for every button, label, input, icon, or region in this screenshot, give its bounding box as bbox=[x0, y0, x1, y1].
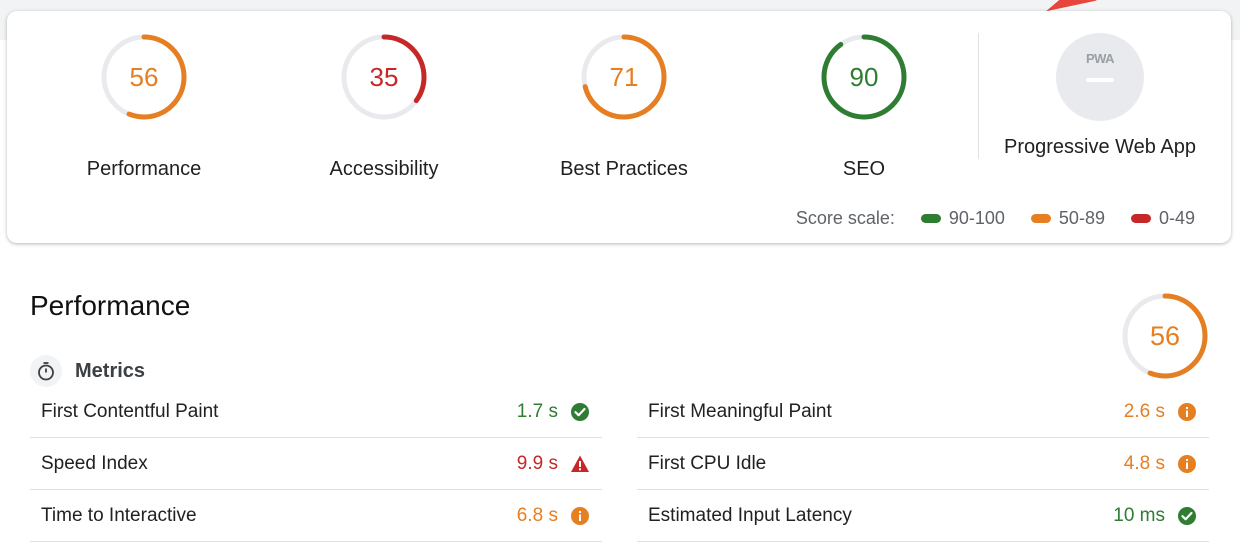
scale-pass: 90-100 bbox=[920, 208, 1005, 229]
gauge-accessibility[interactable]: 35 Accessibility bbox=[284, 33, 484, 180]
performance-section-title: Performance bbox=[30, 290, 191, 321]
gauge-score: 71 bbox=[610, 62, 639, 92]
metric-value: 9.9 s bbox=[516, 453, 558, 474]
scale-average-range: 50-89 bbox=[1058, 208, 1105, 228]
gauge-score: 90 bbox=[850, 62, 879, 92]
gauge-label: Accessibility bbox=[329, 158, 439, 180]
pwa-badge-icon[interactable]: PWA bbox=[1056, 33, 1144, 121]
metric-value: 10 ms bbox=[1113, 505, 1165, 526]
performance-big-gauge: 56 bbox=[1121, 292, 1209, 380]
gauge-best-practices[interactable]: 71 Best Practices bbox=[524, 33, 724, 180]
info-circle-icon bbox=[570, 506, 590, 526]
info-circle-icon bbox=[1177, 454, 1197, 474]
metric-row: First Contentful Paint 1.7 s bbox=[30, 386, 602, 438]
gauge-ring: 56 bbox=[101, 34, 187, 120]
scale-fail: 0-49 bbox=[1130, 208, 1195, 229]
metrics-left-column: First Contentful Paint 1.7 s Speed Index 9.… bbox=[30, 386, 602, 542]
gauge-divider bbox=[978, 33, 979, 159]
gauge-seo[interactable]: 90 SEO bbox=[764, 33, 964, 180]
metric-name: First CPU Idle bbox=[648, 453, 767, 474]
gauge-ring: 35 bbox=[341, 34, 427, 120]
metric-row: Time to Interactive 6.8 s bbox=[30, 490, 602, 542]
annotation-arrow-icon bbox=[1043, 0, 1097, 12]
gauge-label: Performance bbox=[86, 158, 202, 180]
metric-value: 6.8 s bbox=[516, 505, 558, 526]
gauge-ring: 90 bbox=[821, 34, 907, 120]
pwa-dash-icon bbox=[1086, 78, 1114, 82]
metric-name: First Meaningful Paint bbox=[648, 401, 832, 422]
metric-name: Speed Index bbox=[41, 453, 148, 474]
score-scale-label: Score scale: bbox=[795, 208, 895, 228]
info-circle-icon bbox=[1177, 402, 1197, 422]
score-scale-legend: Score scale: 90-100 50-89 0-49 bbox=[796, 208, 1195, 229]
metric-row: First CPU Idle 4.8 s bbox=[637, 438, 1209, 490]
gauge-performance[interactable]: 56 Performance bbox=[44, 33, 244, 180]
metric-row: First Meaningful Paint 2.6 s bbox=[637, 386, 1209, 438]
scale-pass-range: 90-100 bbox=[948, 208, 1005, 228]
metrics-title: Metrics bbox=[75, 359, 146, 382]
average-pill-icon bbox=[1030, 214, 1051, 223]
pwa-label[interactable]: Progressive Web App bbox=[997, 136, 1203, 159]
metric-value: 1.7 s bbox=[516, 401, 558, 422]
metric-name: Time to Interactive bbox=[41, 505, 197, 526]
gauge-score: 56 bbox=[130, 62, 159, 92]
metrics-right-column: First Meaningful Paint 2.6 s First CPU Idl… bbox=[637, 386, 1209, 542]
gauge-label: Best Practices bbox=[560, 158, 688, 180]
metric-row: Speed Index 9.9 s bbox=[30, 438, 602, 490]
scale-average: 50-89 bbox=[1030, 208, 1105, 229]
check-circle-icon bbox=[570, 402, 590, 422]
metric-value: 4.8 s bbox=[1123, 453, 1165, 474]
gauge-ring: 71 bbox=[581, 34, 667, 120]
fail-pill-icon bbox=[1130, 214, 1151, 223]
metrics-header[interactable]: Metrics bbox=[30, 355, 145, 387]
metric-name: Estimated Input Latency bbox=[648, 505, 852, 526]
pwa-badge-text: PWA bbox=[1085, 51, 1115, 66]
gauge-label: SEO bbox=[842, 158, 886, 180]
check-circle-icon bbox=[1177, 506, 1197, 526]
stopwatch-icon bbox=[30, 355, 62, 387]
scores-summary-card: 56 Performance 35 Accessibility 71 Best Pract… bbox=[7, 11, 1231, 243]
scale-fail-range: 0-49 bbox=[1158, 208, 1195, 228]
metric-value: 2.6 s bbox=[1123, 401, 1165, 422]
warning-triangle-icon bbox=[570, 454, 590, 474]
gauge-score: 35 bbox=[370, 62, 399, 92]
pass-pill-icon bbox=[920, 214, 941, 223]
metric-name: First Contentful Paint bbox=[41, 401, 219, 422]
metric-row: Estimated Input Latency 10 ms bbox=[637, 490, 1209, 542]
performance-big-score: 56 bbox=[1150, 321, 1180, 351]
